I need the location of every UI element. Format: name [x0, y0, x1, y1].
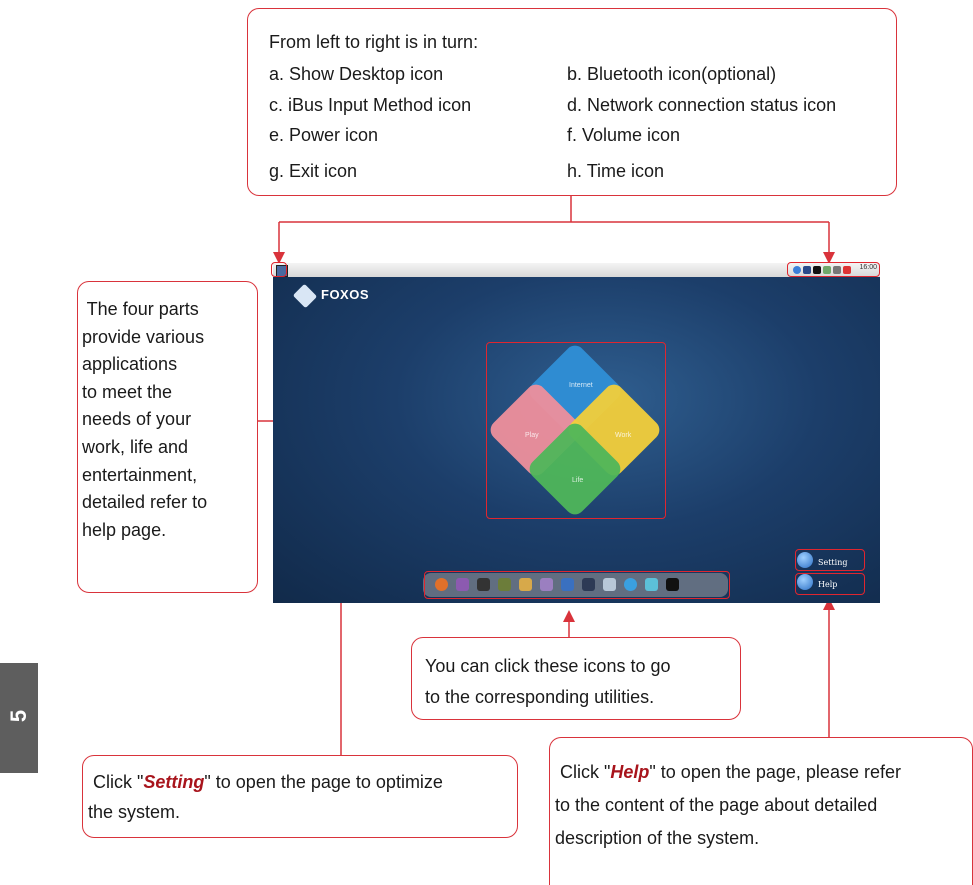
text-suffix: " to open the page to optimize — [204, 772, 443, 792]
highlight-puzzle — [486, 342, 666, 519]
highlight-show-desktop — [271, 262, 287, 277]
callout-item: b. Bluetooth icon(optional) — [567, 64, 777, 84]
callout-line: The four parts — [82, 299, 199, 319]
callout-line: You can click these icons to go — [425, 656, 671, 676]
callout-item: a. Show Desktop icon — [269, 64, 444, 84]
callout-line: to meet the — [82, 381, 173, 402]
callout-line: help page. — [82, 519, 167, 540]
callout-text: The four parts provide various applicati… — [82, 296, 207, 544]
logo-text: FOXOS — [321, 287, 370, 302]
callout-line: entertainment, — [82, 464, 198, 485]
tray-icons-callout: From left to right is in turn: a. Show D… — [247, 8, 897, 196]
callout-line: applications — [82, 354, 178, 375]
callout-line: the system. — [88, 802, 181, 822]
callout-line: detailed refer to — [82, 492, 208, 513]
callout-line: description of the system. — [555, 828, 760, 848]
dock-icons-callout: You can click these icons to go to the c… — [411, 637, 741, 720]
foxos-logo: FOXOS — [292, 283, 373, 313]
text-prefix: Click " — [555, 762, 611, 782]
callout-item: f. Volume icon — [567, 125, 681, 145]
text-suffix: " to open the page, please refer — [649, 762, 901, 782]
callout-line: work, life and — [82, 436, 189, 457]
four-parts-callout: The four parts provide various applicati… — [77, 281, 258, 593]
callout-line: Click "Setting" to open the page to opti… — [88, 766, 443, 799]
callout-line: to the content of the page about detaile… — [555, 795, 878, 815]
chapter-number: 5 — [6, 709, 31, 723]
help-callout: Click "Help" to open the page, please re… — [549, 737, 973, 885]
setting-keyword: Setting — [143, 772, 205, 792]
callout-line: Click "Help" to open the page, please re… — [555, 756, 901, 789]
callout-item: h. Time icon — [567, 161, 665, 181]
callout-item: d. Network connection status icon — [567, 95, 837, 115]
callout-line: needs of your — [82, 409, 192, 430]
setting-callout: Click "Setting" to open the page to opti… — [82, 755, 518, 838]
highlight-setting — [795, 549, 865, 571]
highlight-tray — [787, 262, 880, 277]
highlight-help — [795, 573, 865, 595]
callout-item: g. Exit icon — [269, 161, 358, 181]
logo-mark-icon — [292, 283, 318, 309]
callout-line: to the corresponding utilities. — [425, 687, 655, 707]
callout-heading: From left to right is in turn: — [269, 32, 479, 52]
chapter-tab: 5 — [0, 663, 38, 773]
text-prefix: Click " — [88, 772, 144, 792]
highlight-dock — [424, 571, 730, 599]
callout-item: e. Power icon — [269, 125, 379, 145]
callout-line: provide various — [82, 326, 205, 347]
help-keyword: Help — [610, 762, 650, 782]
callout-item: c. iBus Input Method icon — [269, 95, 472, 115]
